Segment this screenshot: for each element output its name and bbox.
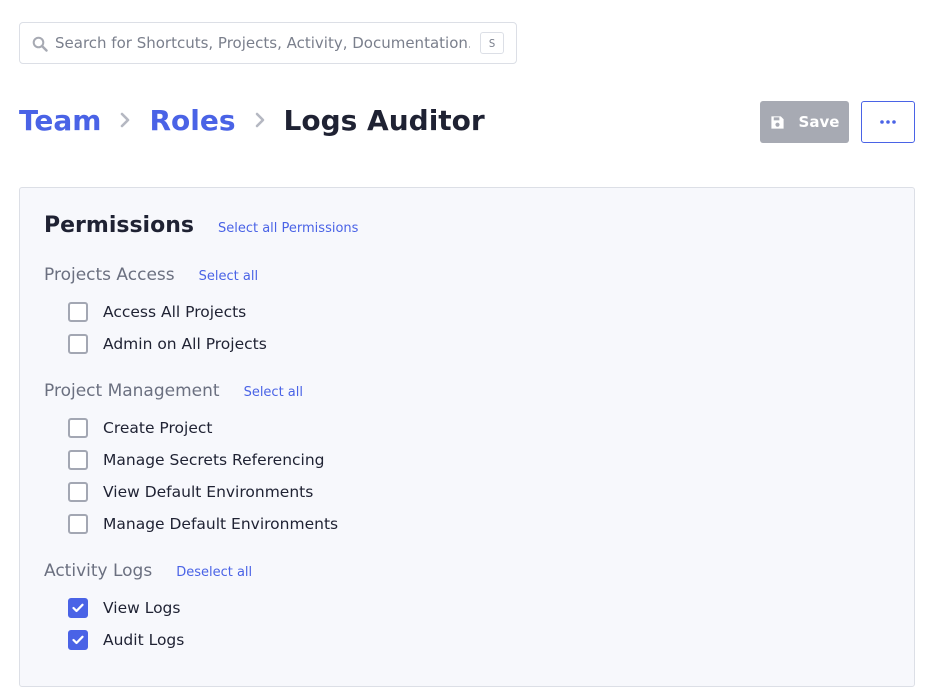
permissions-panel: Permissions Select all Permissions Proje… [19, 187, 915, 687]
group-title: Project Management [44, 381, 220, 401]
permissions-title: Permissions [44, 213, 194, 238]
chevron-right-icon [236, 100, 284, 140]
save-button-label: Save [798, 113, 840, 131]
breadcrumb-link-team[interactable]: Team [19, 104, 101, 137]
search-shortcut-key: S [480, 32, 504, 54]
checkbox[interactable] [68, 514, 88, 534]
group-title: Activity Logs [44, 561, 153, 581]
permission-label: Create Project [103, 419, 213, 437]
group-header-project-management: Project Management Select all [44, 381, 303, 401]
permission-label: View Default Environments [103, 483, 314, 501]
group-header-projects-access: Projects Access Select all [44, 265, 258, 285]
page-title: Logs Auditor [283, 103, 485, 137]
checkbox[interactable] [68, 482, 88, 502]
group-deselect-all-link[interactable]: Deselect all [176, 565, 252, 580]
breadcrumb-link-roles[interactable]: Roles [149, 104, 235, 137]
permission-item[interactable]: Manage Secrets Referencing [68, 449, 325, 471]
permission-item[interactable]: Access All Projects [68, 301, 246, 323]
permission-label: Manage Secrets Referencing [103, 451, 325, 469]
checkbox[interactable] [68, 302, 88, 322]
permission-label: Admin on All Projects [103, 335, 267, 353]
chevron-right-icon [101, 100, 149, 140]
group-select-all-link[interactable]: Select all [244, 385, 303, 400]
more-options-button[interactable] [861, 101, 915, 143]
permission-item[interactable]: Admin on All Projects [68, 333, 267, 355]
permission-label: View Logs [103, 599, 181, 617]
breadcrumb: Team Roles Logs Auditor [19, 100, 485, 140]
group-title: Projects Access [44, 265, 175, 285]
checkbox[interactable] [68, 418, 88, 438]
checkbox-checked[interactable] [68, 598, 88, 618]
permission-item[interactable]: Create Project [68, 417, 212, 439]
permission-item[interactable]: View Default Environments [68, 481, 313, 503]
checkbox[interactable] [68, 450, 88, 470]
permission-label: Manage Default Environments [103, 515, 339, 533]
checkbox[interactable] [68, 334, 88, 354]
search-input[interactable] [55, 23, 470, 63]
search-icon [32, 36, 48, 52]
checkmark-icon [72, 635, 84, 645]
permission-label: Access All Projects [103, 303, 247, 321]
permission-item[interactable]: View Logs [68, 597, 180, 619]
permission-label: Audit Logs [103, 631, 185, 649]
permission-item[interactable]: Manage Default Environments [68, 513, 338, 535]
group-header-activity-logs: Activity Logs Deselect all [44, 561, 252, 581]
checkbox-checked[interactable] [68, 630, 88, 650]
ellipsis-icon [880, 120, 896, 124]
search-bar[interactable]: S [19, 22, 517, 64]
group-select-all-link[interactable]: Select all [199, 269, 258, 284]
permissions-header: Permissions Select all Permissions [44, 213, 358, 238]
checkmark-icon [72, 603, 84, 613]
floppy-disk-icon [770, 115, 784, 129]
select-all-permissions-link[interactable]: Select all Permissions [218, 221, 358, 236]
permission-item[interactable]: Audit Logs [68, 629, 184, 651]
save-button[interactable]: Save [760, 101, 849, 143]
